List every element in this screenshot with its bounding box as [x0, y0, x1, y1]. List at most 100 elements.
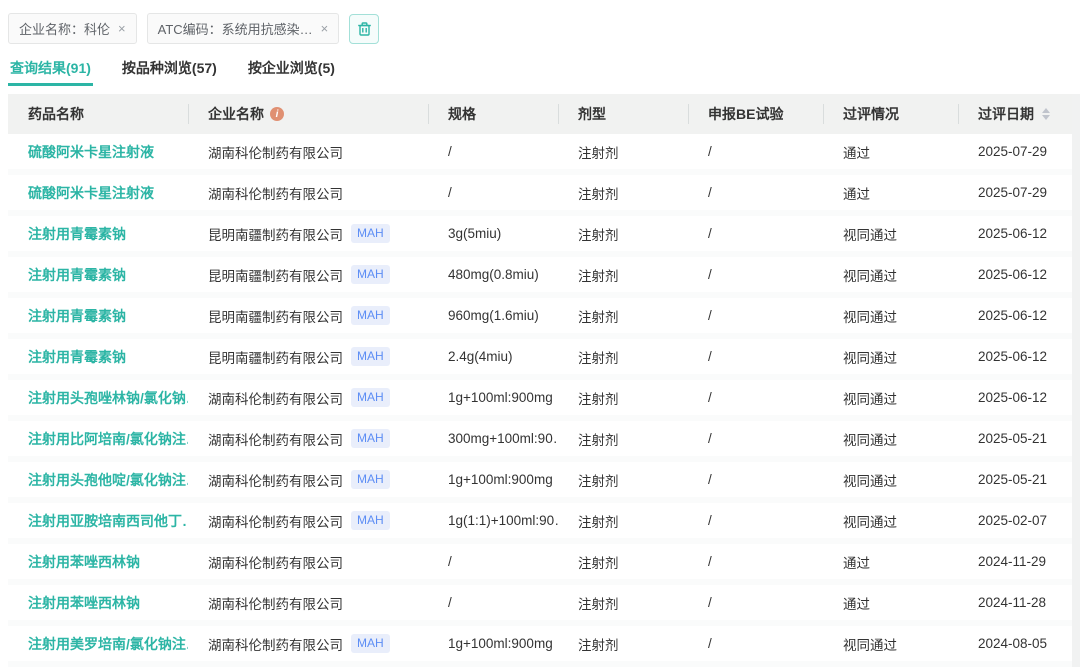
drug-name-link[interactable]: 注射用亚胺培南西司他丁…: [8, 511, 188, 531]
drug-name-link[interactable]: 硫酸阿米卡星注射液: [8, 183, 188, 203]
drug-name-link[interactable]: 注射用美罗培南/氯化钠注…: [8, 634, 188, 654]
column-header-dosage-form: 剂型: [558, 94, 688, 134]
tab-by-variety[interactable]: 按品种浏览(57): [120, 52, 219, 86]
tab-query-results[interactable]: 查询结果(91): [8, 52, 93, 86]
spec-cell: 1g+100ml:900mg: [428, 390, 558, 405]
pass-date-cell: 2024-08-05: [958, 636, 1080, 651]
be-trial-cell: /: [688, 185, 823, 200]
drug-name-link[interactable]: 注射用青霉素钠: [8, 265, 188, 285]
be-trial-cell: /: [688, 267, 823, 282]
table-row[interactable]: 注射用美罗培南/氯化钠注… 湖南科伦制药有限公司 MAH 1g+100ml:90…: [8, 626, 1080, 667]
filter-tag-company[interactable]: 企业名称：科伦 ×: [8, 13, 137, 44]
dosage-form-cell: 注射剂: [558, 306, 688, 326]
table-row[interactable]: 硫酸阿米卡星注射液 湖南科伦制药有限公司 / 注射剂 / 通过 2025-07-…: [8, 134, 1080, 175]
company-name: 湖南科伦制药有限公司: [208, 470, 343, 490]
table-row[interactable]: 注射用青霉素钠 昆明南疆制药有限公司 MAH 480mg(0.8miu) 注射剂…: [8, 257, 1080, 298]
be-trial-cell: /: [688, 308, 823, 323]
column-header-drug-name: 药品名称: [8, 94, 188, 134]
pass-status-cell: 通过: [823, 593, 958, 613]
table-row[interactable]: 注射用青霉素钠 昆明南疆制药有限公司 MAH 2.4g(4miu) 注射剂 / …: [8, 339, 1080, 380]
spec-cell: /: [428, 185, 558, 200]
filter-tag-atc[interactable]: ATC编码：系统用抗感染… ×: [147, 13, 340, 44]
company-cell: 湖南科伦制药有限公司 MAH: [188, 511, 428, 531]
table-row[interactable]: 注射用青霉素钠 昆明南疆制药有限公司 MAH 3g(5miu) 注射剂 / 视同…: [8, 216, 1080, 257]
company-cell: 湖南科伦制药有限公司 MAH: [188, 388, 428, 408]
results-table: 药品名称 企业名称 i 规格 剂型 申报BE试验 过评情况 过评日期 硫酸阿米卡…: [8, 94, 1080, 667]
table-row[interactable]: 注射用头孢唑林钠/氯化钠… 湖南科伦制药有限公司 MAH 1g+100ml:90…: [8, 380, 1080, 421]
mah-badge: MAH: [351, 388, 390, 406]
company-name: 湖南科伦制药有限公司: [208, 183, 343, 203]
dosage-form-cell: 注射剂: [558, 265, 688, 285]
pass-date-cell: 2024-11-29: [958, 554, 1080, 569]
spec-cell: 960mg(1.6miu): [428, 308, 558, 323]
drug-name-link[interactable]: 注射用头孢他啶/氯化钠注…: [8, 470, 188, 490]
close-icon[interactable]: ×: [118, 22, 126, 35]
company-name: 昆明南疆制药有限公司: [208, 306, 343, 326]
company-name: 湖南科伦制药有限公司: [208, 388, 343, 408]
pass-date-cell: 2025-07-29: [958, 144, 1080, 159]
company-name: 湖南科伦制药有限公司: [208, 552, 343, 572]
company-cell: 湖南科伦制药有限公司 MAH: [188, 634, 428, 654]
table-row[interactable]: 注射用苯唑西林钠 湖南科伦制药有限公司 / 注射剂 / 通过 2024-11-2…: [8, 585, 1080, 626]
table-body: 硫酸阿米卡星注射液 湖南科伦制药有限公司 / 注射剂 / 通过 2025-07-…: [8, 134, 1080, 667]
table-row[interactable]: 注射用青霉素钠 昆明南疆制药有限公司 MAH 960mg(1.6miu) 注射剂…: [8, 298, 1080, 339]
spec-cell: /: [428, 595, 558, 610]
filter-bar: 企业名称：科伦 × ATC编码：系统用抗感染… ×: [0, 0, 1080, 44]
be-trial-cell: /: [688, 144, 823, 159]
pass-status-cell: 视同通过: [823, 634, 958, 654]
column-header-pass-date: 过评日期: [958, 94, 1080, 134]
drug-name-link[interactable]: 注射用比阿培南/氯化钠注…: [8, 429, 188, 449]
spec-cell: 3g(5miu): [428, 226, 558, 241]
table-row[interactable]: 硫酸阿米卡星注射液 湖南科伦制药有限公司 / 注射剂 / 通过 2025-07-…: [8, 175, 1080, 216]
trash-icon: [357, 21, 372, 37]
pass-date-cell: 2025-07-29: [958, 185, 1080, 200]
column-header-company: 企业名称 i: [188, 94, 428, 134]
pass-status-cell: 视同通过: [823, 306, 958, 326]
tab-by-company[interactable]: 按企业浏览(5): [246, 52, 337, 86]
close-icon[interactable]: ×: [321, 22, 329, 35]
company-name: 昆明南疆制药有限公司: [208, 224, 343, 244]
pass-date-cell: 2025-06-12: [958, 226, 1080, 241]
table-row[interactable]: 注射用亚胺培南西司他丁… 湖南科伦制药有限公司 MAH 1g(1:1)+100m…: [8, 503, 1080, 544]
dosage-form-cell: 注射剂: [558, 552, 688, 572]
company-cell: 昆明南疆制药有限公司 MAH: [188, 306, 428, 326]
sort-icon[interactable]: [1042, 108, 1050, 120]
spec-cell: 1g(1:1)+100ml:90…: [428, 513, 558, 528]
drug-name-link[interactable]: 注射用青霉素钠: [8, 347, 188, 367]
company-cell: 湖南科伦制药有限公司: [188, 593, 428, 613]
pass-status-cell: 视同通过: [823, 224, 958, 244]
pass-status-cell: 视同通过: [823, 265, 958, 285]
pass-status-cell: 通过: [823, 142, 958, 162]
drug-name-link[interactable]: 注射用头孢唑林钠/氯化钠…: [8, 388, 188, 408]
filter-tag-label: 企业名称：科伦: [19, 19, 110, 38]
drug-name-link[interactable]: 注射用苯唑西林钠: [8, 552, 188, 572]
drug-name-link[interactable]: 硫酸阿米卡星注射液: [8, 142, 188, 162]
info-icon[interactable]: i: [270, 107, 284, 121]
vertical-scrollbar[interactable]: [1072, 94, 1080, 667]
spec-cell: /: [428, 554, 558, 569]
pass-status-cell: 通过: [823, 183, 958, 203]
spec-cell: 1g+100ml:900mg: [428, 472, 558, 487]
drug-name-link[interactable]: 注射用青霉素钠: [8, 224, 188, 244]
be-trial-cell: /: [688, 349, 823, 364]
sort-desc-icon: [1042, 115, 1050, 120]
pass-status-cell: 视同通过: [823, 347, 958, 367]
dosage-form-cell: 注射剂: [558, 142, 688, 162]
drug-name-link[interactable]: 注射用苯唑西林钠: [8, 593, 188, 613]
clear-all-filters-button[interactable]: [349, 14, 379, 44]
dosage-form-cell: 注射剂: [558, 634, 688, 654]
dosage-form-cell: 注射剂: [558, 429, 688, 449]
pass-date-cell: 2025-06-12: [958, 308, 1080, 323]
company-name: 昆明南疆制药有限公司: [208, 347, 343, 367]
mah-badge: MAH: [351, 306, 390, 324]
pass-status-cell: 视同通过: [823, 470, 958, 490]
spec-cell: 480mg(0.8miu): [428, 267, 558, 282]
mah-badge: MAH: [351, 347, 390, 365]
pass-status-cell: 视同通过: [823, 511, 958, 531]
pass-date-cell: 2025-05-21: [958, 431, 1080, 446]
drug-name-link[interactable]: 注射用青霉素钠: [8, 306, 188, 326]
table-row[interactable]: 注射用比阿培南/氯化钠注… 湖南科伦制药有限公司 MAH 300mg+100ml…: [8, 421, 1080, 462]
table-row[interactable]: 注射用苯唑西林钠 湖南科伦制药有限公司 / 注射剂 / 通过 2024-11-2…: [8, 544, 1080, 585]
be-trial-cell: /: [688, 513, 823, 528]
table-row[interactable]: 注射用头孢他啶/氯化钠注… 湖南科伦制药有限公司 MAH 1g+100ml:90…: [8, 462, 1080, 503]
